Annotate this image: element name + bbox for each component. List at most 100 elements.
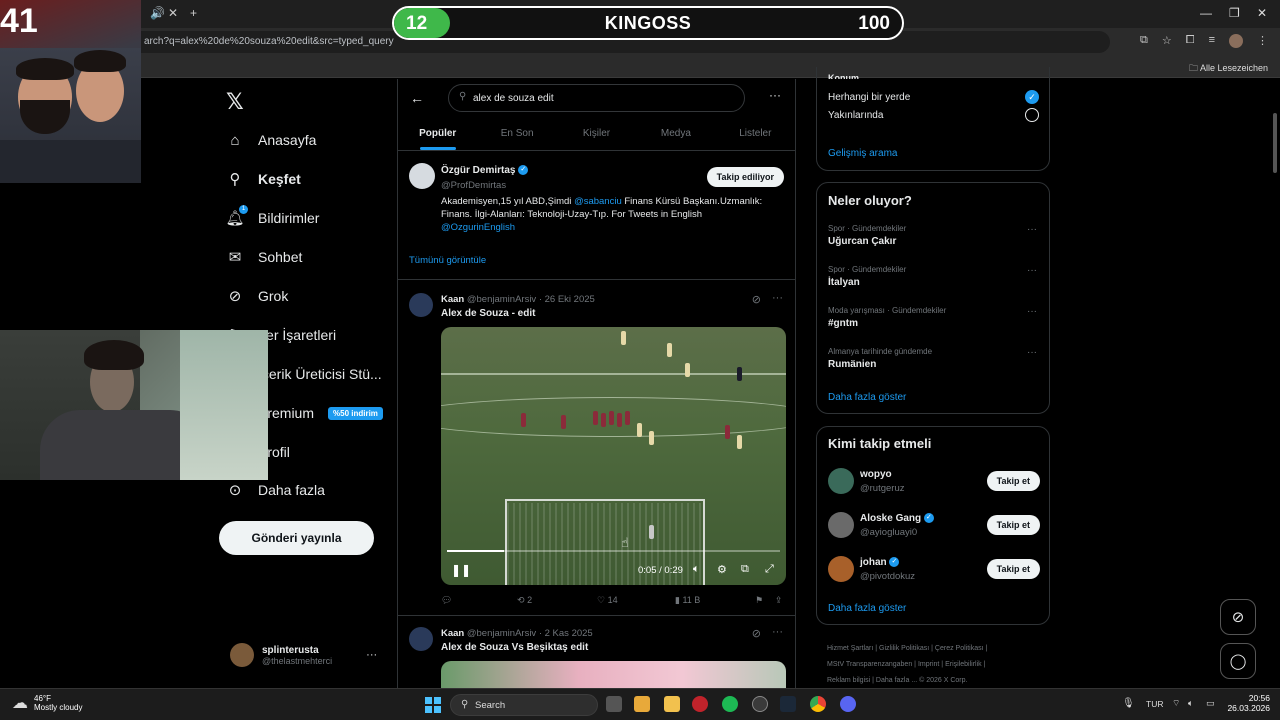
grok-floating-button[interactable]: ⊘ [1220,599,1256,635]
trend-more-icon[interactable]: ··· [1027,224,1037,235]
spotify-icon[interactable] [722,696,738,712]
pause-icon[interactable]: ❚❚ [451,563,471,577]
close-tab-icon[interactable]: ✕ [168,6,178,20]
more-options-icon[interactable]: ··· [366,649,377,661]
nav-more[interactable]: ⊙ Daha fazla [226,481,325,499]
nav-messages[interactable]: ✉ Sohbet [226,248,303,266]
view-all-link[interactable]: Tümünü görüntüle [409,255,486,266]
tab-media[interactable]: Medya [636,121,715,150]
footer-link[interactable]: Çerez Politikası [935,645,984,652]
footer-link[interactable]: Gizlilik Politikası [879,645,929,652]
footer-link[interactable]: Daha fazla ... [876,677,917,684]
chrome-icon[interactable] [810,696,826,712]
tab-latest[interactable]: En Son [477,121,556,150]
page-scrollbar[interactable] [1272,83,1278,683]
who-to-follow-show-more-link[interactable]: Daha fazla göster [828,603,906,614]
tweet-more-icon[interactable]: ··· [772,292,783,304]
opera-icon[interactable] [692,696,708,712]
views-button[interactable]: ▮ 11 B [675,595,755,606]
discord-icon[interactable] [840,696,856,712]
tweet[interactable]: Kaan @benjaminArsiv · 26 Eki 2025 ⊘ ··· … [398,281,795,616]
advanced-search-link[interactable]: Gelişmiş arama [828,148,897,159]
taskbar-search[interactable]: ⚲ Search [450,694,598,716]
filter-option-anywhere[interactable]: Herhangi bir yerde [828,92,910,103]
trend-item[interactable]: Spor · Gündemdekiler Uğurcan Çakır [828,224,1040,247]
messages-floating-button[interactable]: ◯ [1220,643,1256,679]
footer-link[interactable]: Hizmet Şartları [827,645,873,652]
retweet-button[interactable]: ⟲ 2 [517,595,597,606]
tweet[interactable]: Kaan @benjaminArsiv · 2 Kas 2025 ⊘ ··· A… [398,617,795,688]
tab-popular[interactable]: Popüler [398,121,477,150]
radio-empty-icon[interactable] [1025,108,1039,122]
follow-button[interactable]: Takip et [986,515,1040,535]
grok-icon[interactable]: ⊘ [752,293,761,306]
back-arrow-icon[interactable]: ← [410,90,424,106]
audio-icon[interactable]: 🔊 [150,6,165,20]
nav-grok[interactable]: ⊘ Grok [226,287,289,305]
filter-option-nearby[interactable]: Yakınlarında [828,110,883,121]
trend-item[interactable]: Spor · Gündemdekiler İtalyan [828,265,1040,288]
footer-link[interactable]: Reklam bilgisi [827,677,870,684]
browser-menu-icon[interactable]: ⋮ [1257,34,1268,48]
nav-notifications[interactable]: 🔔︎ 1 Bildirimler [225,205,319,227]
trend-item[interactable]: Moda yarışması · Gündemdekiler #gntm [828,306,1040,329]
steam-icon[interactable] [780,696,796,712]
nav-explore[interactable]: ⚲ Keşfet [226,170,301,188]
trend-more-icon[interactable]: ··· [1027,265,1037,276]
cast-icon[interactable]: ⧉ [1140,34,1148,48]
fullscreen-icon[interactable]: ⤢ [765,563,774,576]
windows-start-icon[interactable] [425,697,441,713]
widgets-icon[interactable] [634,696,650,712]
footer-link[interactable]: MStV Transparenzangaben [827,661,912,668]
tweet-video-thumbnail[interactable] [441,661,786,688]
volume-icon[interactable]: 🔈︎ [1188,698,1193,709]
tweet-video[interactable]: ❚❚ 0:05 / 0:29 🔈︎ ⚙ ⧉ ⤢ ☝ [441,327,786,585]
app-icon[interactable] [752,696,768,712]
profile-result[interactable]: Özgür Demirtaş ✓ @ProfDemirtas Takip edi… [398,152,795,280]
trend-more-icon[interactable]: ··· [1027,347,1037,358]
tab-lists[interactable]: Listeler [716,121,795,150]
share-icon[interactable]: ⇪ [775,595,783,606]
volume-icon[interactable]: 🔈︎ [693,563,700,576]
reading-list-icon[interactable]: ≡ [1209,34,1215,48]
task-view-icon[interactable] [606,696,622,712]
settings-icon[interactable]: ⚙ [717,563,727,576]
bio-mention-link[interactable]: @sabanciu [574,196,622,207]
maximize-icon[interactable]: ❐ [1229,6,1240,20]
pip-icon[interactable]: ⧉ [741,563,749,576]
footer-link[interactable]: Imprint [918,661,939,668]
file-explorer-icon[interactable] [664,696,680,712]
tweet-more-icon[interactable]: ··· [772,626,783,638]
radio-checked-icon[interactable]: ✓ [1025,90,1039,104]
bio-english-link[interactable]: @OzgurinEnglish [441,222,515,233]
reply-button[interactable]: 💬︎ [441,595,517,606]
search-input[interactable]: ⚲ alex de souza edit [448,84,745,112]
search-options-icon[interactable]: ··· [769,88,781,102]
tab-people[interactable]: Kişiler [557,121,636,150]
x-logo[interactable]: 𝕏 [226,89,244,115]
scrollbar-thumb[interactable] [1273,113,1277,173]
close-window-icon[interactable]: ✕ [1257,6,1267,20]
follow-suggestion[interactable]: johan ✓ @pivotdokuz Takip et [828,555,1040,585]
minimize-icon[interactable]: — [1200,6,1212,20]
weather-widget[interactable]: ☁ 46°F Mostly cloudy [12,693,82,713]
bookmark-icon[interactable]: ⚑ [755,595,775,606]
follow-suggestion[interactable]: Aloske Gang ✓ @ayiogluayi0 Takip et [828,511,1040,541]
follow-suggestion[interactable]: wopyo @rutgeruz Takip et [828,467,1040,497]
grok-icon[interactable]: ⊘ [752,627,761,640]
all-bookmarks-folder[interactable]: 🗀 Alle Lesezeichen [1189,61,1268,77]
follow-button[interactable]: Takip et [986,559,1040,579]
like-button[interactable]: ♡ 14 [597,595,675,606]
browser-profile-avatar[interactable] [1229,34,1243,48]
video-progress-bar[interactable] [447,550,780,552]
nav-home[interactable]: ⌂ Anasayfa [226,131,316,149]
new-tab-icon[interactable]: + [190,6,197,20]
battery-icon[interactable]: ▭ [1206,698,1215,709]
trend-item[interactable]: Almanya tarihinde gündemde Rumänien [828,347,1040,370]
following-button[interactable]: Takip ediliyor [706,167,784,187]
trend-more-icon[interactable]: ··· [1027,306,1037,317]
microphone-icon[interactable]: 🎙︎ [1122,698,1135,709]
account-switcher[interactable]: splinterusta @thelastmehterci ··· [230,643,377,667]
post-button[interactable]: Gönderi yayınla [219,521,374,555]
star-icon[interactable]: ☆ [1162,34,1172,48]
